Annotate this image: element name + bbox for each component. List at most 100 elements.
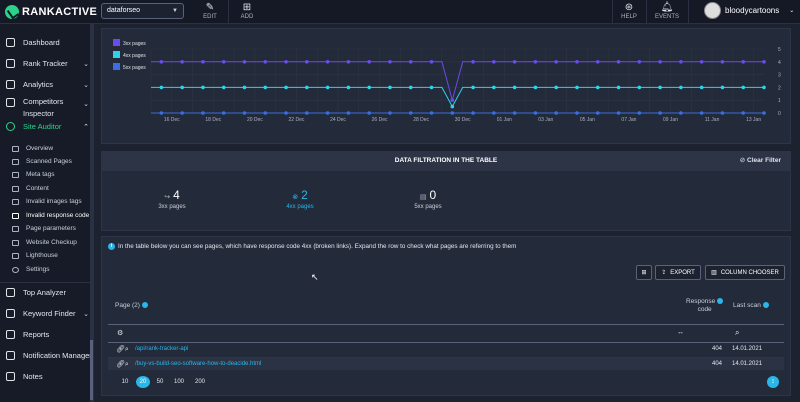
link-search-icon[interactable]: 🔗︎⌕ — [116, 345, 129, 354]
table-row[interactable]: 🔗︎⌕ /buy-vs-build-seo-software-how-to-de… — [108, 357, 784, 370]
sidebar-item-site-auditor[interactable]: Site Auditor ⌃ — [0, 122, 94, 131]
data-point — [429, 111, 434, 115]
sidebar-label: Notes — [23, 372, 43, 381]
stat-label: 4xx pages — [286, 204, 314, 210]
sub-item-overview[interactable]: Overview — [0, 145, 94, 152]
sidebar-divider — [0, 282, 94, 283]
data-point — [658, 111, 662, 115]
link-search-icon[interactable]: 🔗︎⌕ — [116, 360, 129, 369]
sub-item-invalid-images[interactable]: Invalid images tags — [0, 198, 94, 205]
sidebar-item-keyword-finder[interactable]: Keyword Finder ⌄ — [0, 309, 94, 318]
sidebar-item-competitors[interactable]: Competitors Inspector ⌄ — [0, 96, 94, 120]
sub-item-lighthouse[interactable]: Lighthouse — [0, 252, 94, 259]
sub-item-settings[interactable]: Settings — [0, 266, 94, 273]
data-point — [679, 111, 683, 115]
stat-5xx[interactable]: ▤ 0 5xx pages — [408, 188, 448, 210]
table-row[interactable]: 🔗︎⌕ /api/rank-tracker-api 404 14.01.2021 — [108, 342, 784, 355]
note-icon — [6, 372, 15, 381]
stat-3xx[interactable]: ↪ 4 3xx pages — [152, 188, 192, 210]
sub-item-content[interactable]: Content — [0, 185, 94, 192]
grid-view-button[interactable]: ⊞ — [636, 265, 652, 280]
page-size-10[interactable]: 10 — [118, 376, 132, 388]
sidebar-item-dashboard[interactable]: Dashboard — [0, 38, 94, 47]
page-size-100[interactable]: 100 — [171, 376, 187, 388]
logo[interactable]: RANKACTIVE — [5, 5, 97, 19]
sidebar-label: Keyword Finder — [23, 309, 76, 318]
row-url[interactable]: /buy-vs-build-seo-software-how-to-deacid… — [135, 361, 261, 367]
x-tick-label: 13 Jan — [746, 117, 761, 123]
x-tick-label: 05 Jan — [580, 117, 595, 123]
page-size-50[interactable]: 50 — [153, 376, 167, 388]
column-header-response-code[interactable]: Response code — [686, 298, 724, 314]
column-header-page[interactable]: Page (2) — [115, 302, 148, 309]
row-url[interactable]: /api/rank-tracker-api — [135, 346, 188, 352]
export-button[interactable]: ⇪ EXPORT — [655, 265, 701, 280]
data-point — [637, 85, 642, 90]
mouse-cursor-icon: ↖ — [311, 272, 319, 282]
stat-count: 4 — [173, 188, 180, 202]
legend-swatch — [113, 63, 120, 70]
sub-item-meta-tags[interactable]: Meta tags — [0, 171, 94, 178]
data-point — [762, 85, 766, 90]
page-size-200[interactable]: 200 — [192, 376, 208, 388]
filter-settings-icon[interactable]: ⚙ — [117, 329, 123, 337]
sub-item-website-checkup[interactable]: Website Checkup — [0, 239, 94, 246]
sub-item-invalid-response-code[interactable]: Invalid response code — [0, 212, 94, 219]
legend-label: 5xx pages — [123, 65, 146, 71]
page-size-20[interactable]: 20 — [136, 376, 150, 388]
sidebar-item-rank-tracker[interactable]: Rank Tracker ⌄ — [0, 59, 94, 68]
search-icon[interactable]: ⌕ — [735, 328, 739, 338]
x-tick-label: 07 Jan — [621, 117, 636, 123]
user-menu[interactable]: bloodycartoons ⌄ — [704, 2, 794, 19]
data-point — [492, 85, 496, 90]
chevron-down-icon: ⌄ — [83, 60, 89, 68]
data-point — [595, 85, 600, 90]
data-point — [408, 111, 413, 115]
data-point — [242, 111, 247, 115]
sub-item-scanned-pages[interactable]: Scanned Pages — [0, 158, 94, 165]
sub-label: Invalid response code — [26, 212, 90, 219]
sidebar-item-top-analyzer[interactable]: Top Analyzer — [0, 288, 94, 297]
data-point — [533, 60, 538, 64]
code-icon — [12, 212, 19, 219]
stat-4xx[interactable]: ⊗ 2 4xx pages — [280, 188, 320, 210]
data-point — [325, 60, 330, 64]
sub-label: Website Checkup — [26, 239, 77, 246]
data-point — [679, 85, 683, 90]
add-button[interactable]: ⊞ ADD — [238, 2, 256, 20]
sidebar-label: Reports — [23, 330, 50, 339]
lifebuoy-icon: ⊛ — [624, 2, 634, 13]
x-tick-label: 09 Jan — [663, 117, 678, 123]
edit-button[interactable]: ✎ EDIT — [202, 2, 218, 20]
sidebar-scroll-thumb[interactable] — [90, 340, 93, 400]
sidebar-item-reports[interactable]: Reports — [0, 330, 94, 339]
sidebar-item-notification-manager[interactable]: Notification Manager — [0, 351, 94, 360]
response-code-chart: 0 1 2 3 4 5 16 Dec 18 Dec 20 Dec 22 Dec 24 Dec 26 D… — [113, 39, 781, 123]
legend-label: 3xx pages — [123, 41, 146, 47]
data-point — [367, 60, 371, 64]
scroll-up-button[interactable]: ↕ — [767, 376, 779, 388]
clear-filter-button[interactable]: ⊘ Clear Filter — [740, 151, 781, 171]
data-point — [616, 60, 621, 64]
events-button[interactable]: 🔔︎ EVENTS — [655, 2, 679, 20]
data-point — [533, 85, 538, 90]
sidebar-item-notes[interactable]: Notes — [0, 372, 94, 381]
data-point — [720, 60, 725, 64]
data-point — [533, 111, 538, 115]
data-point — [242, 60, 247, 64]
column-header-last-scan[interactable]: Last scan — [733, 302, 769, 309]
legend-label: 4xx pages — [123, 53, 146, 59]
data-point — [554, 60, 559, 64]
sub-item-page-parameters[interactable]: Page parameters — [0, 225, 94, 232]
project-selector[interactable]: dataforseo ▼ — [101, 3, 184, 19]
column-chooser-button[interactable]: ▥ COLUMN CHOOSER — [705, 265, 785, 280]
width-toggle-icon[interactable]: ↔ — [677, 329, 684, 336]
x-tick-label: 28 Dec — [413, 117, 429, 123]
data-point — [658, 60, 662, 64]
data-point — [284, 85, 288, 90]
chevron-down-icon: ⌄ — [83, 101, 89, 108]
data-point — [346, 111, 351, 115]
data-point — [762, 60, 766, 64]
sidebar-item-analytics[interactable]: Analytics ⌄ — [0, 80, 94, 89]
help-button[interactable]: ⊛ HELP — [620, 2, 638, 20]
